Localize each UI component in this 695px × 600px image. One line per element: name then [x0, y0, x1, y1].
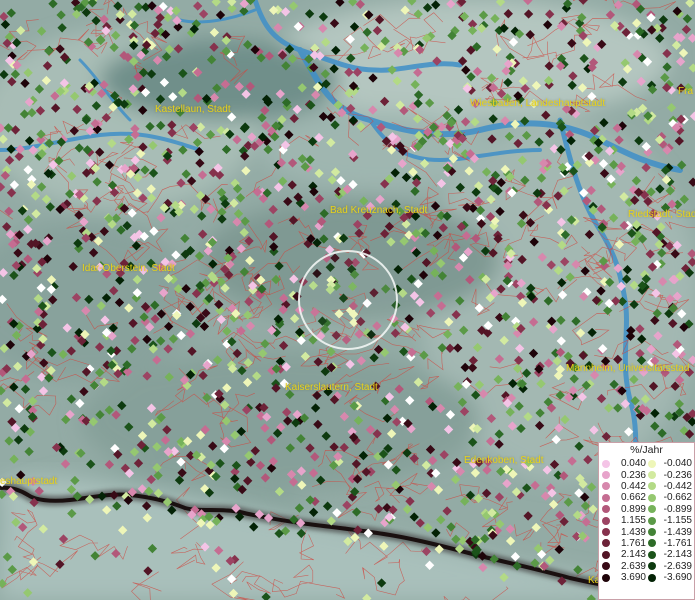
legend-swatch	[648, 562, 656, 571]
city-label-frankfurt: Fra	[678, 86, 693, 97]
legend-value: 0.236	[620, 469, 646, 481]
legend-value: 0.899	[620, 503, 646, 515]
legend-swatch	[602, 528, 610, 537]
legend-swatch	[648, 573, 656, 582]
legend-negative-row: -2.639	[648, 561, 694, 572]
legend-value: 1.155	[620, 515, 646, 527]
legend-positive-row: 0.899	[602, 504, 648, 515]
legend-swatch	[648, 493, 656, 502]
legend-swatch	[602, 459, 610, 468]
city-label-kastellaun: Kastellaun, Stadt	[155, 104, 231, 115]
legend-value: -1.761	[663, 537, 692, 549]
legend-value: 0.040	[620, 458, 646, 470]
legend-value: 0.442	[620, 480, 646, 492]
legend-negative-row: -1.439	[648, 526, 694, 538]
legend-value: -1.155	[663, 515, 692, 527]
legend-title: %/Jahr	[630, 444, 663, 456]
legend-value: 3.690	[620, 572, 646, 584]
legend-value: -0.442	[663, 480, 692, 492]
legend-swatch	[648, 528, 656, 537]
legend-swatch	[602, 550, 610, 559]
city-label-edenkoben: Edenkoben, Stadt	[464, 455, 544, 466]
legend-swatch	[602, 516, 610, 525]
legend-value: -0.236	[663, 469, 692, 481]
legend-value: -2.639	[663, 560, 692, 572]
legend-value: 2.143	[620, 549, 646, 561]
city-label-idar-oberstein: Idar-Oberstein, Stadt	[82, 263, 175, 274]
legend-positive-row: 2.143	[602, 549, 648, 560]
legend-positive-column: 0.040 0.236 0.442 0.662 0.899 1.155 1.439 1.761…	[602, 458, 648, 583]
city-label-riedstadt: Riedstadt, Stad	[628, 209, 695, 220]
legend-swatch	[602, 482, 610, 491]
legend-swatch	[648, 505, 656, 514]
legend-negative-row: -0.442	[648, 481, 694, 492]
legend-swatch	[602, 573, 610, 582]
legend-swatch	[648, 550, 656, 559]
legend-swatch	[602, 505, 610, 514]
legend-positive-row: 1.761	[602, 538, 648, 549]
legend-negative-row: -3.690	[648, 572, 694, 583]
legend-value: -0.662	[663, 492, 692, 504]
legend-value: 1.439	[620, 526, 646, 538]
legend-swatch	[648, 516, 656, 525]
legend-swatch	[648, 459, 656, 468]
legend-value: -0.899	[663, 503, 692, 515]
legend-negative-row: -0.236	[648, 469, 694, 481]
legend-positive-row: 3.690	[602, 572, 648, 583]
city-label-bad-kreuznach: Bad Kreuznach, Stadt	[330, 205, 428, 216]
legend-value: -3.690	[663, 572, 692, 584]
legend-value: -0.040	[663, 458, 692, 470]
legend-negative-row: -1.761	[648, 538, 694, 549]
legend: %/Jahr 0.040 0.236 0.442 0.662 0.899 1.155 1.4…	[598, 442, 695, 600]
legend-positive-row: 1.155	[602, 515, 648, 526]
legend-negative-column: -0.040 -0.236 -0.442 -0.662 -0.899 -1.155 -1.4…	[648, 458, 694, 583]
city-label-kaiserslautern: Kaiserslautern, Stadt	[285, 382, 378, 393]
legend-swatch	[602, 539, 610, 548]
legend-positive-row: 1.439	[602, 526, 648, 538]
legend-swatch	[602, 471, 610, 480]
legend-value: -1.439	[663, 526, 692, 538]
legend-value: 0.662	[620, 492, 646, 504]
city-label-mannheim: Mannheim, Universitätsstad	[566, 363, 690, 374]
city-label-wiesbaden: Wiesbaden, Landeshauptstadt	[470, 98, 606, 109]
legend-value: -2.143	[663, 549, 692, 561]
legend-swatch	[602, 562, 610, 571]
legend-negative-row: -1.155	[648, 515, 694, 526]
legend-negative-row: -0.040	[648, 458, 694, 469]
legend-value: 1.761	[620, 537, 646, 549]
legend-negative-row: -0.899	[648, 504, 694, 515]
legend-swatch	[648, 482, 656, 491]
legend-swatch	[602, 493, 610, 502]
legend-negative-row: -2.143	[648, 549, 694, 560]
map-view[interactable]: Kastellaun, Stadt Wiesbaden, Landeshaupt…	[0, 0, 695, 600]
legend-positive-row: 2.639	[602, 561, 648, 572]
selection-circle[interactable]	[0, 0, 695, 600]
legend-swatch	[648, 539, 656, 548]
legend-positive-row: 0.662	[602, 492, 648, 503]
legend-positive-row: 0.040	[602, 458, 648, 469]
legend-positive-row: 0.236	[602, 469, 648, 481]
legend-positive-row: 0.442	[602, 481, 648, 492]
legend-negative-row: -0.662	[648, 492, 694, 503]
legend-value: 2.639	[620, 560, 646, 572]
city-label-saarbruecken: eshauptstadt	[0, 476, 58, 487]
legend-swatch	[648, 471, 656, 480]
